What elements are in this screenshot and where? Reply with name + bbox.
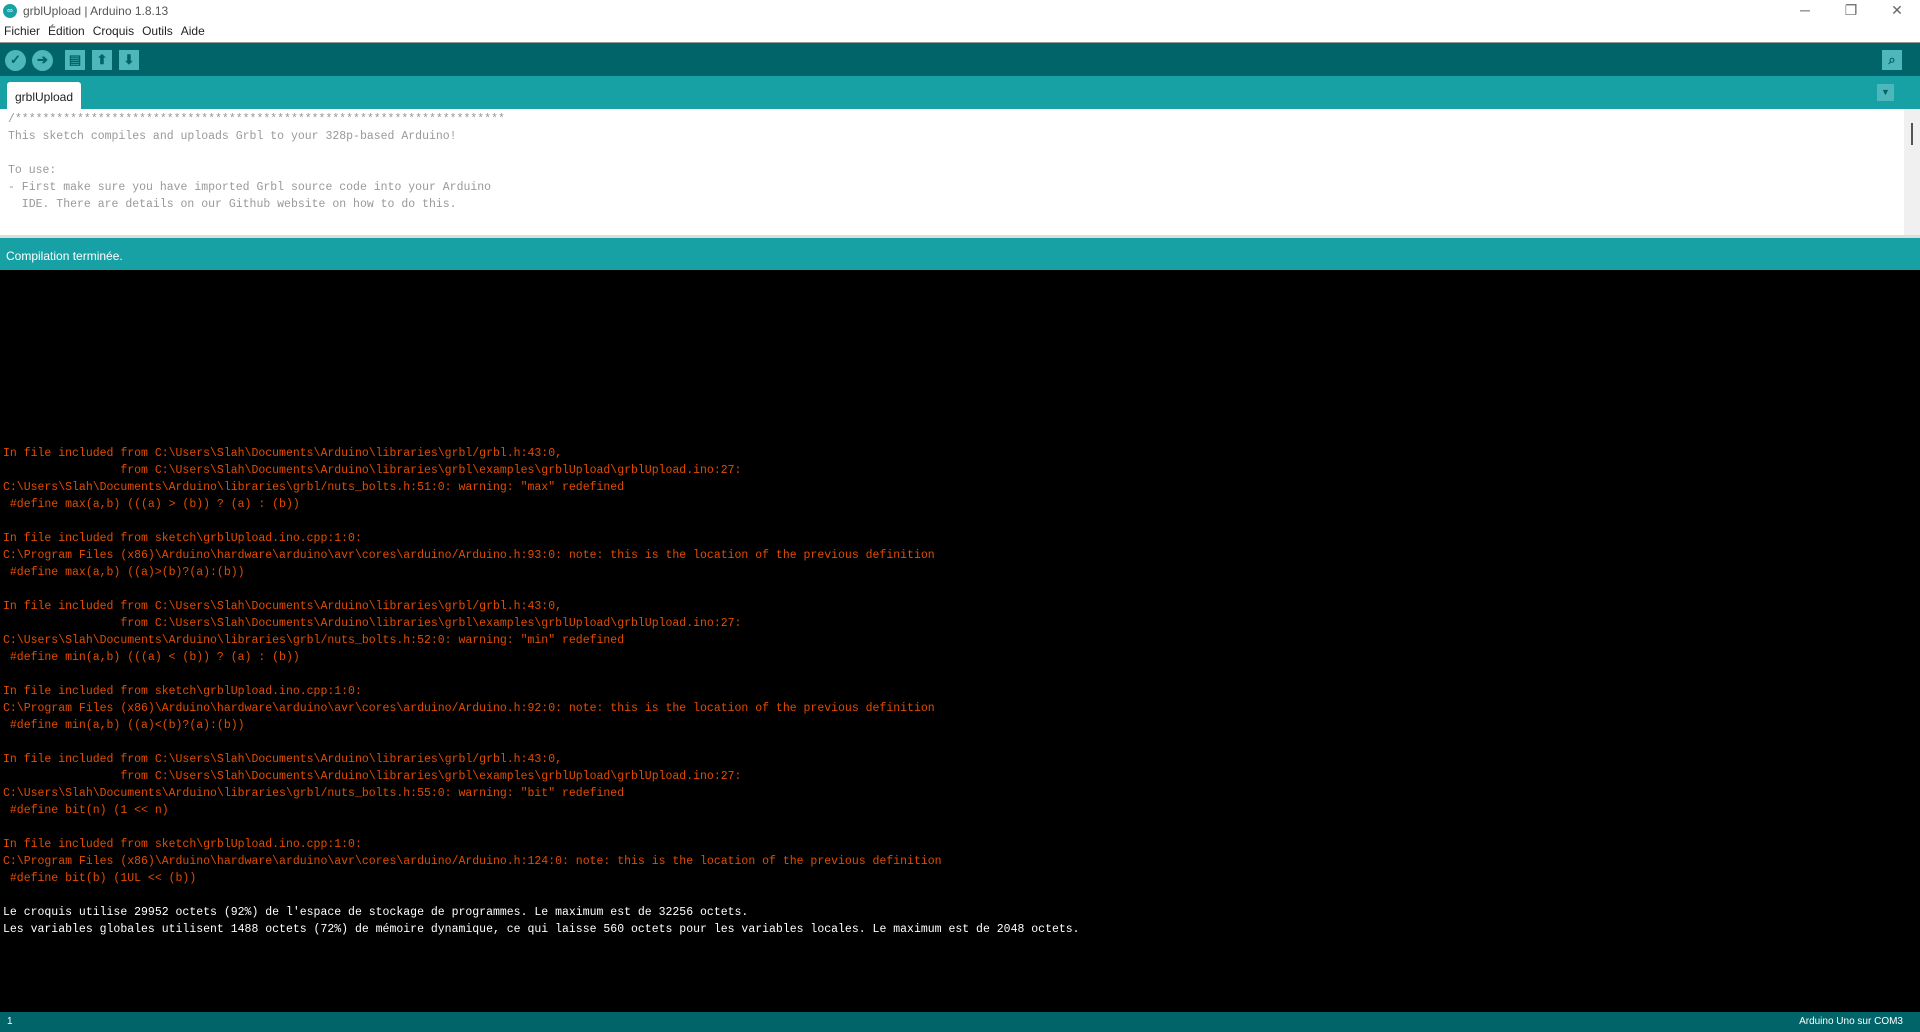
menu-edition[interactable]: Édition bbox=[44, 24, 89, 42]
toolbar: ✓ ➔ ▤ ⬆ ⬇ ⌕ bbox=[0, 43, 1920, 76]
status-message: Compilation terminée. bbox=[0, 238, 1920, 270]
console-output: In file included from C:\Users\Slah\Docu… bbox=[0, 270, 1920, 1012]
verify-button[interactable]: ✓ bbox=[5, 50, 26, 71]
code-line: IDE. There are details on our Github web… bbox=[8, 198, 457, 211]
code-line: /***************************************… bbox=[8, 113, 505, 126]
new-sketch-button[interactable]: ▤ bbox=[65, 50, 85, 70]
console-line: In file included from sketch\grblUpload.… bbox=[3, 838, 362, 851]
console-line: #define min(a,b) ((a)<(b)?(a):(b)) bbox=[3, 719, 245, 732]
scrollbar-thumb[interactable] bbox=[1911, 123, 1913, 145]
title-bar: ∞ grblUpload | Arduino 1.8.13 ─ ❐ ✕ bbox=[0, 0, 1920, 22]
console-line: #define bit(n) (1 << n) bbox=[3, 804, 169, 817]
console-line: #define max(a,b) ((a)>(b)?(a):(b)) bbox=[3, 566, 245, 579]
menu-outils[interactable]: Outils bbox=[138, 24, 177, 42]
console-line: #define bit(b) (1UL << (b)) bbox=[3, 872, 197, 885]
console-line: In file included from C:\Users\Slah\Docu… bbox=[3, 753, 562, 766]
console-line: C:\Users\Slah\Documents\Arduino\librarie… bbox=[3, 787, 625, 800]
menu-fichier[interactable]: Fichier bbox=[0, 24, 44, 42]
code-editor[interactable]: /***************************************… bbox=[0, 109, 1920, 235]
console-line: C:\Program Files (x86)\Arduino\hardware\… bbox=[3, 549, 935, 562]
code-line: - First make sure you have imported Grbl… bbox=[8, 181, 492, 194]
console-line: Les variables globales utilisent 1488 oc… bbox=[3, 923, 1080, 936]
bottom-status-bar: 1 Arduino Uno sur COM3 bbox=[0, 1012, 1920, 1032]
console-line: from C:\Users\Slah\Documents\Arduino\lib… bbox=[3, 617, 742, 630]
menu-aide[interactable]: Aide bbox=[177, 24, 209, 42]
console-line: In file included from C:\Users\Slah\Docu… bbox=[3, 600, 562, 613]
serial-monitor-button[interactable]: ⌕ bbox=[1882, 50, 1902, 70]
upload-button[interactable]: ➔ bbox=[32, 50, 53, 71]
menu-croquis[interactable]: Croquis bbox=[89, 24, 138, 42]
console-lines: In file included from C:\Users\Slah\Docu… bbox=[3, 445, 1080, 938]
tab-bar: grblUpload ▼ bbox=[0, 76, 1920, 109]
console-line: In file included from sketch\grblUpload.… bbox=[3, 685, 362, 698]
editor-scrollbar[interactable] bbox=[1904, 109, 1920, 235]
code-line: To use: bbox=[8, 164, 57, 177]
console-line: from C:\Users\Slah\Documents\Arduino\lib… bbox=[3, 464, 742, 477]
window-title: grblUpload | Arduino 1.8.13 bbox=[23, 4, 169, 18]
tab-menu-dropdown-icon[interactable]: ▼ bbox=[1877, 84, 1894, 101]
close-button[interactable]: ✕ bbox=[1874, 0, 1920, 22]
console-line: C:\Users\Slah\Documents\Arduino\librarie… bbox=[3, 634, 625, 647]
console-line: from C:\Users\Slah\Documents\Arduino\lib… bbox=[3, 770, 742, 783]
board-port-label: Arduino Uno sur COM3 bbox=[1799, 1016, 1903, 1027]
console-line: C:\Users\Slah\Documents\Arduino\librarie… bbox=[3, 481, 625, 494]
console-line: #define max(a,b) (((a) > (b)) ? (a) : (b… bbox=[3, 498, 300, 511]
tab-grblupload[interactable]: grblUpload bbox=[7, 82, 81, 109]
console-line: #define min(a,b) (((a) < (b)) ? (a) : (b… bbox=[3, 651, 300, 664]
console-line: In file included from C:\Users\Slah\Docu… bbox=[3, 447, 562, 460]
menu-bar: Fichier Édition Croquis Outils Aide bbox=[0, 24, 209, 42]
console-line: In file included from sketch\grblUpload.… bbox=[3, 532, 362, 545]
arduino-logo-icon: ∞ bbox=[3, 4, 17, 18]
console-line: C:\Program Files (x86)\Arduino\hardware\… bbox=[3, 702, 935, 715]
line-number: 1 bbox=[7, 1016, 13, 1027]
save-button[interactable]: ⬇ bbox=[119, 50, 139, 70]
console-line: Le croquis utilise 29952 octets (92%) de… bbox=[3, 906, 749, 919]
code-line: This sketch compiles and uploads Grbl to… bbox=[8, 130, 457, 143]
minimize-button[interactable]: ─ bbox=[1782, 0, 1828, 22]
open-button[interactable]: ⬆ bbox=[92, 50, 112, 70]
maximize-button[interactable]: ❐ bbox=[1828, 0, 1874, 22]
console-line: C:\Program Files (x86)\Arduino\hardware\… bbox=[3, 855, 942, 868]
